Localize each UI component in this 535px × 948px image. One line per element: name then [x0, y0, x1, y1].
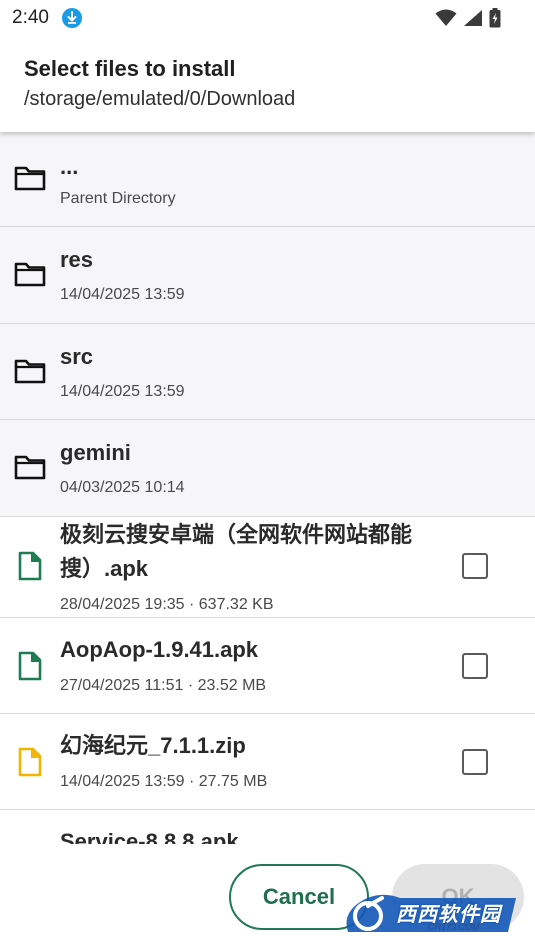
- item-name: src: [60, 344, 94, 369]
- item-name: AopAop-1.9.41.apk: [60, 637, 259, 662]
- page-title: Select files to install: [24, 56, 236, 81]
- folder-icon: [14, 262, 46, 287]
- folder-icon: [14, 359, 46, 384]
- list-item-folder[interactable]: gemini 04/03/2025 10:14: [0, 420, 535, 517]
- dialog-header: Select files to install /storage/emulate…: [0, 36, 535, 132]
- item-meta: 28/04/2025 19:35 · 637.32 KB: [60, 596, 274, 613]
- zip-file-icon: [18, 747, 42, 777]
- folder-icon: [14, 455, 46, 480]
- select-checkbox[interactable]: [462, 653, 488, 679]
- item-meta: 27/04/2025 11:51 · 23.52 MB: [60, 677, 267, 694]
- list-item-folder[interactable]: src 14/04/2025 13:59: [0, 324, 535, 420]
- item-meta: 04/03/2025 10:14: [60, 479, 185, 496]
- item-name-line2: 搜）.apk: [60, 556, 149, 581]
- list-item-file[interactable]: 幻海纪元_7.1.1.zip 14/04/2025 13:59 · 27.75 …: [0, 714, 535, 810]
- item-meta: 14/04/2025 13:59: [60, 383, 185, 400]
- system-icons: [435, 7, 501, 29]
- item-name-line1: 极刻云搜安卓端（全网软件网站都能: [60, 522, 413, 547]
- status-bar: 2:40: [0, 0, 535, 36]
- apk-file-icon: [18, 551, 42, 581]
- item-name: 幻海纪元_7.1.1.zip: [60, 733, 246, 758]
- select-checkbox[interactable]: [462, 749, 488, 775]
- folder-icon: [14, 166, 46, 191]
- bottom-action-bar: Cancel OK 西西软件园 CR173.COM: [0, 844, 535, 948]
- watermark-subtext: CR173.COM: [428, 922, 480, 932]
- list-item-parent-directory[interactable]: ... Parent Directory: [0, 132, 535, 227]
- download-icon: [62, 8, 82, 28]
- item-name: ...: [60, 154, 79, 179]
- item-meta: 14/04/2025 13:59 · 27.75 MB: [60, 773, 268, 790]
- item-name: Service-8.8.8.apk: [60, 829, 239, 844]
- signal-icon: [464, 10, 482, 26]
- current-path: /storage/emulated/0/Download: [24, 88, 296, 110]
- file-list[interactable]: ... Parent Directory res 14/04/2025 13:5…: [0, 132, 535, 844]
- status-time: 2:40: [12, 7, 49, 28]
- battery-charging-icon: [489, 8, 501, 28]
- list-item-folder[interactable]: res 14/04/2025 13:59: [0, 227, 535, 324]
- item-meta: 14/04/2025 13:59: [60, 286, 185, 303]
- item-name: res: [60, 247, 94, 272]
- item-meta: Parent Directory: [60, 190, 176, 207]
- apk-file-icon: [18, 651, 42, 681]
- list-item-file[interactable]: Service-8.8.8.apk: [0, 810, 535, 844]
- watermark-logo: 西西软件园 CR173.COM: [338, 892, 516, 936]
- select-checkbox[interactable]: [462, 553, 488, 579]
- item-name: gemini: [60, 440, 131, 465]
- wifi-icon: [435, 9, 457, 26]
- list-item-file[interactable]: AopAop-1.9.41.apk 27/04/2025 11:51 · 23.…: [0, 618, 535, 714]
- list-item-file[interactable]: 极刻云搜安卓端（全网软件网站都能 搜）.apk 28/04/2025 19:35…: [0, 517, 535, 618]
